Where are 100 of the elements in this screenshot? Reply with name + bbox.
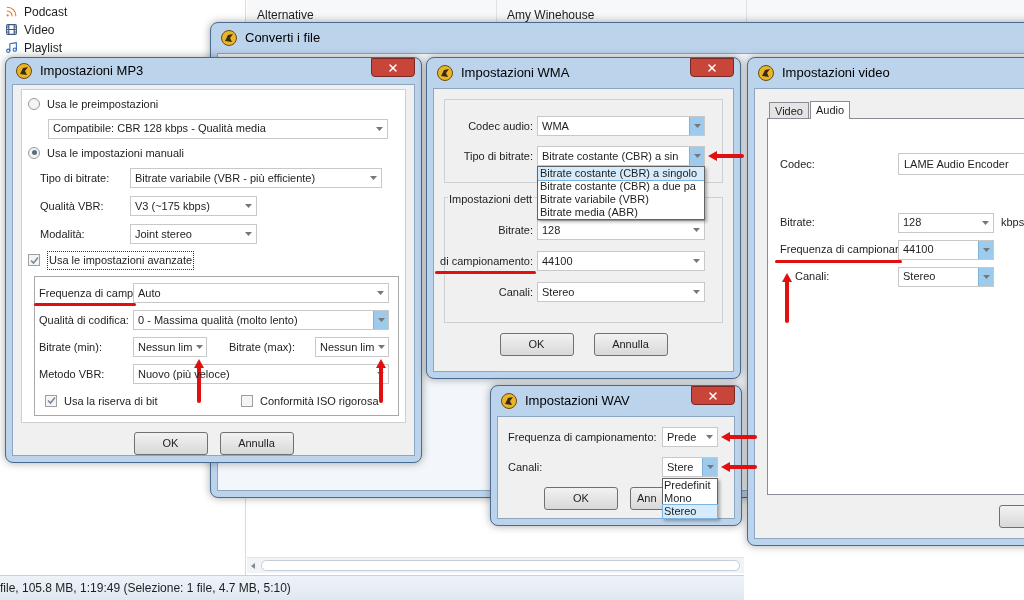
- radio-label: Usa le preimpostazioni: [47, 97, 159, 112]
- dropdown[interactable]: Auto: [133, 283, 389, 303]
- close-icon: [707, 389, 719, 402]
- dialog-button[interactable]: Annulla: [593, 333, 668, 356]
- dropdown-value: Stereo: [542, 284, 576, 300]
- field-label: Metodo VBR:: [39, 366, 105, 382]
- dialog-button[interactable]: OK: [133, 432, 208, 455]
- dialog-button[interactable]: OK: [499, 333, 574, 356]
- dropdown[interactable]: Compatibile: CBR 128 kbps - Qualità media: [48, 118, 388, 139]
- dropdown-value: Stere: [667, 459, 695, 475]
- checkbox-label: Usa le impostazioni avanzate: [47, 251, 195, 270]
- field-label: Bitrate:: [498, 222, 533, 238]
- dropdown[interactable]: Bitrate costante (CBR) a sin: [537, 146, 705, 166]
- radio-button[interactable]: [28, 146, 40, 159]
- dropdown[interactable]: 44100: [537, 251, 705, 271]
- sidebar-item[interactable]: Video: [24, 20, 55, 39]
- sidebar-item[interactable]: Podcast: [24, 2, 68, 21]
- caret-icon: [376, 126, 383, 131]
- dropdown[interactable]: Bitrate variabile (VBR - più efficiente): [130, 168, 382, 188]
- unit-label: kbps: [1000, 215, 1024, 231]
- window-title: Impostazioni WAV: [525, 392, 630, 411]
- dropdown-option[interactable]: Bitrate costante (CBR) a due pa: [538, 180, 704, 193]
- field-label: Canali:: [795, 269, 830, 285]
- close-icon: [387, 61, 399, 74]
- dropdown-value: 44100: [903, 242, 935, 258]
- scroll-left-icon[interactable]: [251, 562, 255, 569]
- caret-icon: [706, 435, 713, 439]
- sidebar-item[interactable]: Playlist: [24, 38, 62, 57]
- horizontal-scrollbar[interactable]: [247, 557, 744, 573]
- dialog-button[interactable]: Annulla: [219, 432, 294, 455]
- dropdown-option[interactable]: Stereo: [663, 505, 717, 518]
- dropdown-value: 128: [903, 215, 923, 231]
- caret-icon: [196, 345, 204, 349]
- caret-icon: [378, 345, 386, 349]
- dropdown[interactable]: 44100: [898, 239, 994, 260]
- app-icon: [437, 65, 453, 81]
- music-note-icon: [5, 41, 18, 54]
- caret-icon: [693, 154, 701, 158]
- app-icon: [501, 393, 517, 409]
- dropdown-value: Bitrate costante (CBR) a sin: [542, 148, 680, 164]
- field-label: Tipo di bitrate:: [463, 148, 533, 164]
- checkbox[interactable]: [241, 394, 253, 407]
- tab[interactable]: Audio: [809, 101, 851, 119]
- close-button[interactable]: [691, 386, 735, 405]
- caret-icon: [706, 465, 714, 469]
- caret-icon: [982, 247, 990, 252]
- caret-icon: [693, 124, 701, 128]
- dropdown[interactable]: Stereo: [537, 282, 705, 302]
- dropdown-option[interactable]: Bitrate costante (CBR) a singolo: [538, 167, 704, 180]
- checkbox-label: Conformità ISO rigorosa: [260, 393, 379, 409]
- dropdown-value: 128: [542, 222, 562, 238]
- field-label: Frequenza di camp: [39, 285, 134, 301]
- checkbox-label: Usa la riserva di bit: [64, 393, 158, 409]
- dropdown[interactable]: Nessun lim: [133, 337, 207, 357]
- dropdown[interactable]: 0 - Massima qualità (molto lento): [133, 310, 389, 330]
- dropdown[interactable]: V3 (~175 kbps): [130, 196, 257, 216]
- field-label: di campionamento:: [440, 253, 533, 269]
- dropdown-value: Nessun lim: [320, 339, 375, 355]
- annotation-arrow: [721, 462, 757, 472]
- field-label: Codec audio:: [468, 118, 533, 134]
- dropdown[interactable]: Prede: [662, 427, 718, 447]
- caret-icon: [693, 290, 700, 294]
- close-button[interactable]: [371, 58, 415, 77]
- caret-icon: [982, 220, 989, 225]
- checkbox[interactable]: [28, 254, 40, 267]
- caret-icon: [245, 232, 252, 236]
- radio-button[interactable]: [28, 98, 40, 111]
- dropdown[interactable]: Joint stereo: [130, 224, 257, 244]
- annotation-arrow: [782, 273, 792, 324]
- field-label: Frequenza di campionar: [780, 242, 899, 258]
- dropdown-option[interactable]: Bitrate media (ABR): [538, 206, 704, 219]
- rss-icon: [5, 5, 18, 18]
- dropdown-value: Stereo: [903, 269, 937, 285]
- tab[interactable]: Video: [769, 102, 809, 118]
- dropdown-value: Nessun lim: [138, 339, 193, 355]
- dropdown[interactable]: Stere: [662, 457, 718, 477]
- dropdown-value: Bitrate variabile (VBR - più efficiente): [135, 170, 317, 186]
- window-title: Impostazioni video: [782, 64, 890, 83]
- film-icon: [5, 23, 18, 36]
- text-field[interactable]: LAME Audio Encoder: [898, 153, 1024, 175]
- dialog-button[interactable]: OK: [544, 487, 618, 510]
- dropdown-value: Auto: [138, 285, 162, 301]
- annotation-arrow: [708, 151, 744, 161]
- checkbox[interactable]: [45, 394, 57, 407]
- close-button[interactable]: [690, 58, 734, 77]
- dropdown[interactable]: Nessun lim: [315, 337, 389, 357]
- radio-label: Usa le impostazioni manuali: [47, 145, 184, 161]
- dropdown[interactable]: WMA: [537, 116, 705, 136]
- window-title: Impostazioni MP3: [40, 62, 144, 81]
- status-text: file, 105.8 MB, 1:19:49 (Selezione: 1 file, 4.7 MB, 5:10): [0, 580, 291, 597]
- dropdown[interactable]: 128: [898, 212, 994, 233]
- annotation-arrow: [721, 432, 757, 442]
- dropdown-value: Joint stereo: [135, 226, 193, 242]
- dropdown[interactable]: Stereo: [898, 266, 994, 287]
- field-label: Bitrate (max):: [229, 339, 295, 355]
- window-title: Impostazioni WMA: [461, 64, 570, 83]
- app-icon: [221, 30, 237, 46]
- dropdown[interactable]: 128: [537, 220, 705, 240]
- dropdown-option[interactable]: Bitrate variabile (VBR): [538, 193, 704, 206]
- caret-icon: [693, 228, 700, 232]
